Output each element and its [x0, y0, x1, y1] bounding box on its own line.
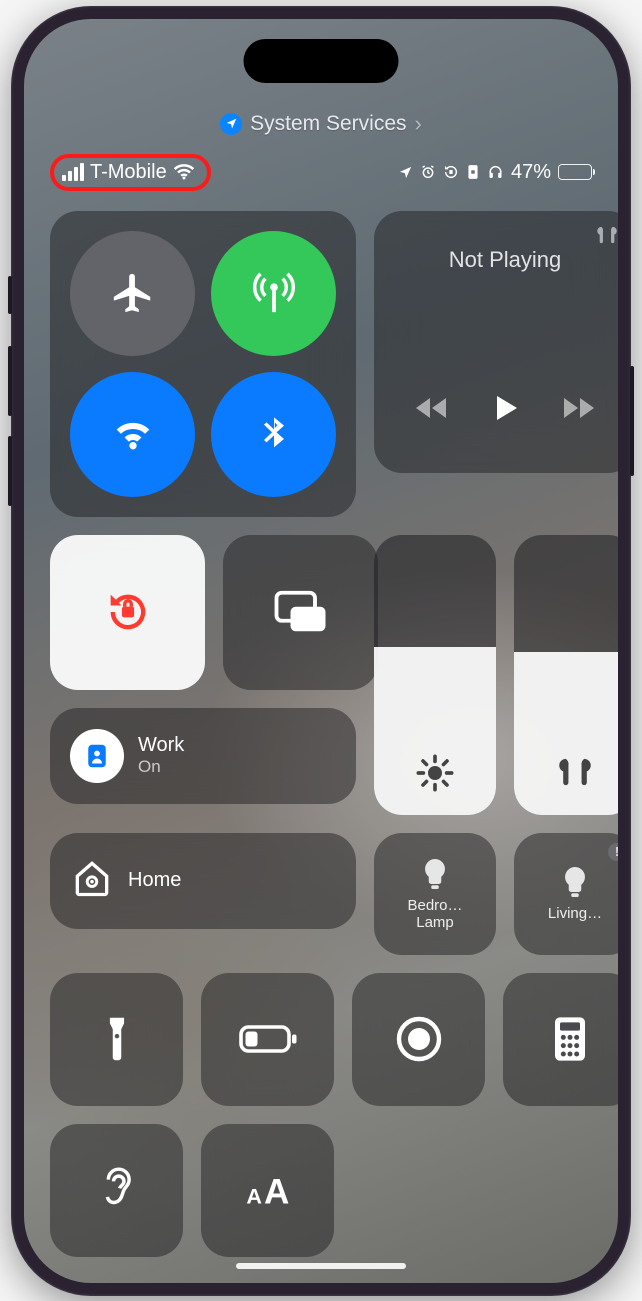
chevron-right-icon: › — [415, 111, 422, 137]
homekit-label: Bedro… Lamp — [407, 898, 462, 931]
headphones-status-icon — [487, 164, 504, 180]
cellular-signal-icon — [62, 163, 84, 181]
svg-text:A: A — [246, 1184, 262, 1209]
low-power-mode-button[interactable] — [201, 973, 334, 1106]
homekit-accessory-bedroom[interactable]: Bedro… Lamp — [374, 833, 496, 955]
calculator-icon — [550, 1014, 590, 1064]
breadcrumb[interactable]: System Services › — [24, 111, 618, 137]
control-center: Not Playing — [50, 211, 592, 1191]
fast-forward-button[interactable] — [556, 394, 596, 427]
battery-percent: 47% — [511, 161, 551, 184]
play-button[interactable] — [489, 390, 521, 431]
text-size-icon: A A — [241, 1170, 295, 1210]
status-bar: T-Mobile — [24, 154, 618, 191]
volume-slider[interactable] — [514, 535, 618, 815]
screen: System Services › T-Mobile — [24, 19, 618, 1283]
svg-text:A: A — [263, 1173, 288, 1211]
battery-icon — [558, 164, 592, 180]
cellular-antenna-icon — [251, 270, 297, 316]
focus-work-icon — [70, 729, 124, 783]
wifi-icon — [173, 164, 195, 180]
home-icon — [70, 856, 114, 905]
screen-record-button[interactable] — [352, 973, 485, 1106]
home-indicator[interactable] — [236, 1263, 406, 1269]
cellular-data-toggle[interactable] — [211, 231, 336, 356]
home-tile[interactable]: Home — [50, 833, 356, 929]
lightbulb-icon — [420, 856, 450, 892]
text-size-button[interactable]: A A — [201, 1124, 334, 1257]
airpods-badge-icon — [594, 225, 618, 250]
phone-frame: System Services › T-Mobile — [11, 6, 631, 1296]
rotation-lock-toggle[interactable] — [50, 535, 205, 690]
hearing-icon — [96, 1164, 138, 1216]
screen-mirroring-icon — [273, 588, 329, 636]
warning-badge-icon: ! — [608, 843, 618, 861]
breadcrumb-label: System Services — [250, 112, 406, 136]
airplane-icon — [110, 270, 156, 316]
rotation-lock-status-icon — [443, 164, 459, 180]
location-badge-icon — [220, 113, 242, 135]
alarm-icon — [420, 164, 436, 180]
calculator-button[interactable] — [503, 973, 618, 1106]
focus-state: On — [138, 757, 184, 777]
status-right: 47% — [398, 161, 592, 184]
wifi-icon — [110, 411, 156, 457]
hearing-button[interactable] — [50, 1124, 183, 1257]
location-arrow-icon — [398, 165, 413, 180]
media-title: Not Playing — [396, 247, 614, 273]
brightness-icon — [415, 753, 455, 793]
airplane-mode-toggle[interactable] — [70, 231, 195, 356]
wifi-toggle[interactable] — [70, 372, 195, 497]
homekit-accessory-living[interactable]: ! Living… — [514, 833, 618, 955]
bluetooth-toggle[interactable] — [211, 372, 336, 497]
dynamic-island — [244, 39, 399, 83]
screen-record-icon — [395, 1015, 443, 1063]
airpods-icon — [554, 756, 596, 793]
status-left-highlight: T-Mobile — [50, 154, 211, 191]
focus-name: Work — [138, 734, 184, 757]
home-label: Home — [128, 869, 181, 892]
brightness-slider[interactable] — [374, 535, 496, 815]
carrier-label: T-Mobile — [90, 161, 167, 184]
focus-tile[interactable]: Work On — [50, 708, 356, 804]
low-power-icon — [238, 1022, 298, 1056]
connectivity-group[interactable] — [50, 211, 356, 517]
bluetooth-icon — [254, 411, 294, 457]
flashlight-button[interactable] — [50, 973, 183, 1106]
flashlight-icon — [100, 1014, 134, 1064]
media-controls[interactable]: Not Playing — [374, 211, 618, 473]
lightbulb-icon — [560, 864, 590, 900]
rewind-button[interactable] — [414, 394, 454, 427]
screen-mirroring-button[interactable] — [223, 535, 378, 690]
homekit-label: Living… — [548, 906, 602, 923]
rotation-lock-icon — [102, 586, 154, 638]
shortcuts-status-icon — [466, 164, 480, 180]
